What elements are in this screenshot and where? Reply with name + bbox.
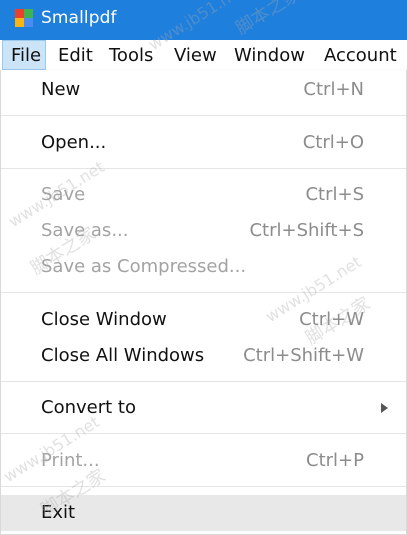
menu-item-close-all-windows[interactable]: Close All Windows Ctrl+Shift+W	[1, 338, 406, 374]
window-title: Smallpdf	[41, 8, 117, 28]
menu-item-shortcut: Ctrl+N	[303, 79, 364, 100]
menu-item-label: Close Window	[41, 309, 167, 330]
menu-item-save-as[interactable]: Save as... Ctrl+Shift+S	[1, 213, 406, 249]
submenu-arrow-icon	[381, 403, 388, 413]
file-menu-dropdown: New Ctrl+N Open... Ctrl+O Save Ctrl+S Sa…	[0, 70, 407, 535]
menu-edit[interactable]: Edit	[58, 40, 93, 70]
menu-item-shortcut: Ctrl+P	[306, 450, 364, 471]
menu-item-label: Open...	[41, 132, 107, 153]
menu-account[interactable]: Account	[324, 40, 397, 70]
menu-separator	[1, 381, 406, 382]
menu-separator	[1, 115, 406, 116]
menu-item-shortcut: Ctrl+W	[299, 309, 364, 330]
menu-item-print[interactable]: Print... Ctrl+P	[1, 443, 406, 479]
menu-item-shortcut: Ctrl+Shift+W	[243, 345, 364, 366]
menu-file[interactable]: File	[2, 40, 46, 70]
menu-item-save[interactable]: Save Ctrl+S	[1, 177, 406, 213]
menu-item-label: Save as...	[41, 220, 129, 241]
menu-separator	[1, 486, 406, 487]
menu-item-convert-to[interactable]: Convert to	[1, 390, 406, 426]
smallpdf-logo-icon	[15, 9, 33, 27]
menu-item-open[interactable]: Open... Ctrl+O	[1, 125, 406, 161]
menu-item-shortcut: Ctrl+S	[305, 184, 364, 205]
menu-view[interactable]: View	[174, 40, 217, 70]
menu-item-shortcut: Ctrl+O	[302, 132, 364, 153]
menu-tools[interactable]: Tools	[109, 40, 153, 70]
menu-item-label: Save	[41, 184, 86, 205]
menu-item-label: Close All Windows	[41, 345, 205, 366]
menu-window[interactable]: Window	[234, 40, 305, 70]
menu-separator	[1, 433, 406, 434]
title-bar: Smallpdf	[0, 0, 407, 40]
menu-bar: File Edit Tools View Window Account	[0, 40, 407, 71]
menu-item-label: New	[41, 79, 81, 100]
menu-item-exit[interactable]: Exit	[1, 495, 406, 531]
menu-item-close-window[interactable]: Close Window Ctrl+W	[1, 302, 406, 338]
menu-item-shortcut: Ctrl+Shift+S	[249, 220, 364, 241]
menu-item-label: Print...	[41, 450, 100, 471]
menu-item-label: Convert to	[41, 397, 136, 418]
app-window: Smallpdf File Edit Tools View Window Acc…	[0, 0, 407, 535]
menu-separator	[1, 168, 406, 169]
menu-item-new[interactable]: New Ctrl+N	[1, 72, 406, 108]
menu-separator	[1, 292, 406, 293]
menu-item-save-as-compressed[interactable]: Save as Compressed...	[1, 249, 406, 285]
menu-item-label: Exit	[41, 502, 76, 523]
menu-item-label: Save as Compressed...	[41, 256, 247, 277]
